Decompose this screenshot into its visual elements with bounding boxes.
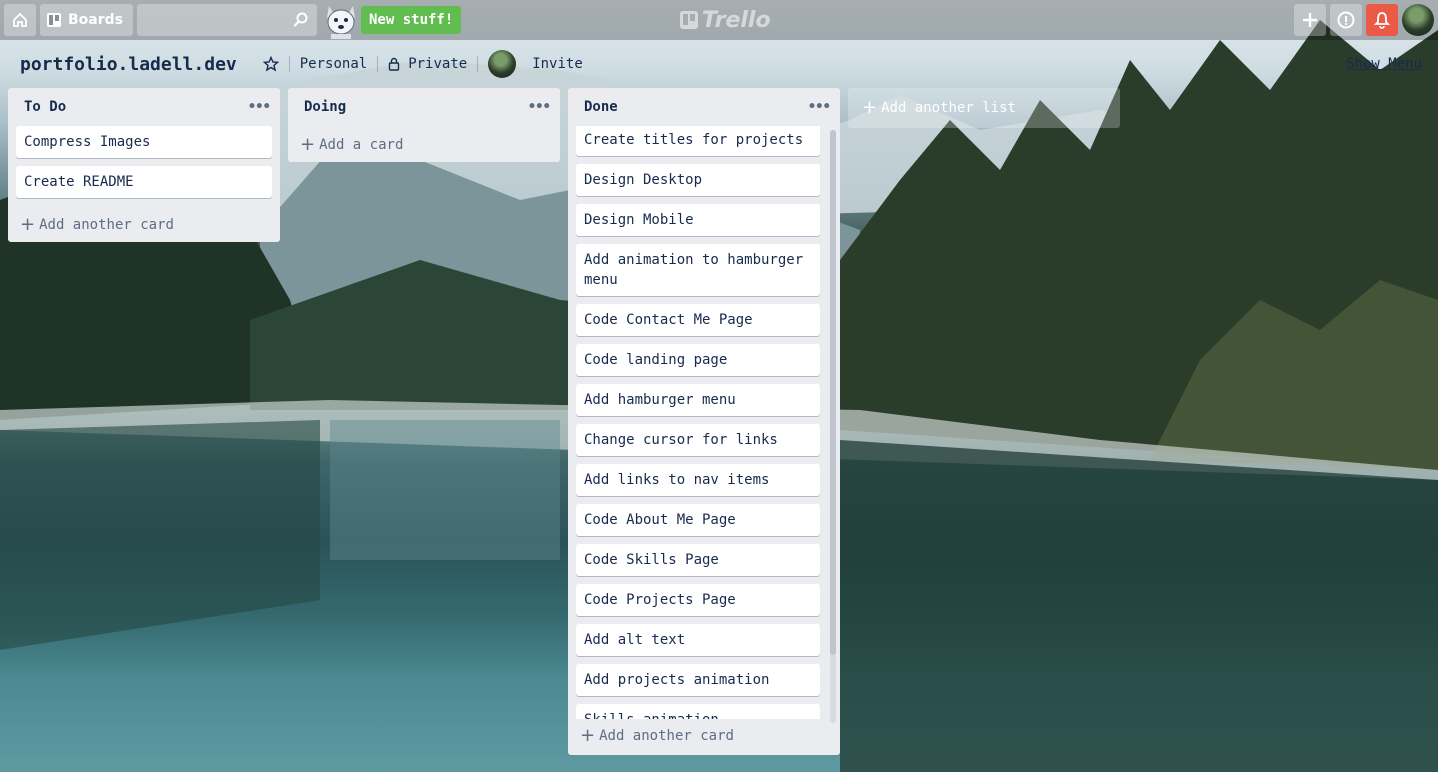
home-icon [13,12,27,27]
more-icon[interactable]: ••• [248,99,271,115]
divider [477,56,479,72]
card[interactable]: Add hamburger menu [576,384,820,416]
trello-logo-icon [680,11,698,29]
boards-button[interactable]: Boards [40,4,133,36]
star-icon[interactable] [262,56,279,72]
boards-label: Boards [68,12,123,28]
show-menu-button[interactable]: Show Menu [1346,56,1422,72]
plus-icon: + [862,97,878,118]
card-list: Create titles for projects Design Deskto… [576,126,828,719]
card[interactable]: Code Skills Page [576,544,820,576]
card[interactable]: Create README [16,166,272,198]
add-card-button[interactable]: + Add another card [568,717,746,755]
add-card-label: Add another card [599,728,734,744]
card[interactable]: Create titles for projects [576,126,820,156]
plus-icon: + [300,134,316,155]
add-card-label: Add another card [39,217,174,233]
list-title[interactable]: Doing [304,99,346,115]
new-stuff-button[interactable]: New stuff! [361,6,462,34]
plus-icon: + [580,725,596,746]
add-list-label: Add another list [881,100,1016,116]
invite-button[interactable]: Invite [532,56,583,72]
card[interactable]: Design Mobile [576,204,820,236]
plus-icon: + [20,214,36,235]
card[interactable]: Change cursor for links [576,424,820,456]
card[interactable]: Code landing page [576,344,820,376]
top-header: Boards New stuff! Trello [0,0,1438,40]
search-input[interactable] [137,4,317,36]
board-icon [47,13,61,27]
member-avatar[interactable] [1402,4,1434,36]
card-list: Compress Images Create README [8,126,280,198]
list-title[interactable]: To Do [24,99,66,115]
add-card-button[interactable]: + Add a card [288,126,560,164]
taco-mascot-icon [327,6,355,39]
card[interactable]: Add projects animation [576,664,820,696]
notifications-button[interactable] [1366,4,1398,36]
divider [377,56,379,72]
visibility-button[interactable]: Private [388,56,467,72]
search-icon [293,12,308,27]
list-header: Done ••• [568,88,840,126]
card[interactable]: Code About Me Page [576,504,820,536]
card[interactable]: Compress Images [16,126,272,158]
add-list-button[interactable]: + Add another list [848,88,1120,128]
info-icon [1337,11,1355,29]
card[interactable]: Code Projects Page [576,584,820,616]
board-header: portfolio.ladell.dev Personal Private In… [0,40,1438,88]
board-title[interactable]: portfolio.ladell.dev [20,54,237,75]
board-member-avatar[interactable] [488,50,517,78]
info-button[interactable] [1330,4,1362,36]
team-button[interactable]: Personal [300,56,367,72]
create-button[interactable] [1294,4,1326,36]
trello-logo[interactable]: Trello [680,6,771,34]
add-card-button[interactable]: + Add another card [8,206,280,244]
add-card-label: Add a card [319,137,404,153]
card[interactable]: Code Contact Me Page [576,304,820,336]
scrollbar-thumb[interactable] [830,130,836,655]
plus-icon [1303,13,1317,27]
trello-logo-text: Trello [702,7,771,33]
divider [288,56,290,72]
card[interactable]: Add animation to hamburger menu [576,244,820,296]
visibility-label: Private [408,56,468,72]
list-header: Doing ••• [288,88,560,126]
list-title[interactable]: Done [584,99,618,115]
home-button[interactable] [4,4,36,36]
more-icon[interactable]: ••• [528,99,551,115]
card[interactable]: Design Desktop [576,164,820,196]
card[interactable]: Add links to nav items [576,464,820,496]
list-header: To Do ••• [8,88,280,126]
list-scrollbar[interactable] [830,130,836,723]
bell-icon [1374,12,1390,29]
lock-icon [388,57,400,71]
list-doing: Doing ••• + Add a card [288,88,560,162]
list-done: Done ••• Create titles for projects Desi… [568,88,840,755]
list-to-do: To Do ••• Compress Images Create README … [8,88,280,242]
more-icon[interactable]: ••• [808,99,831,115]
card[interactable]: Add alt text [576,624,820,656]
